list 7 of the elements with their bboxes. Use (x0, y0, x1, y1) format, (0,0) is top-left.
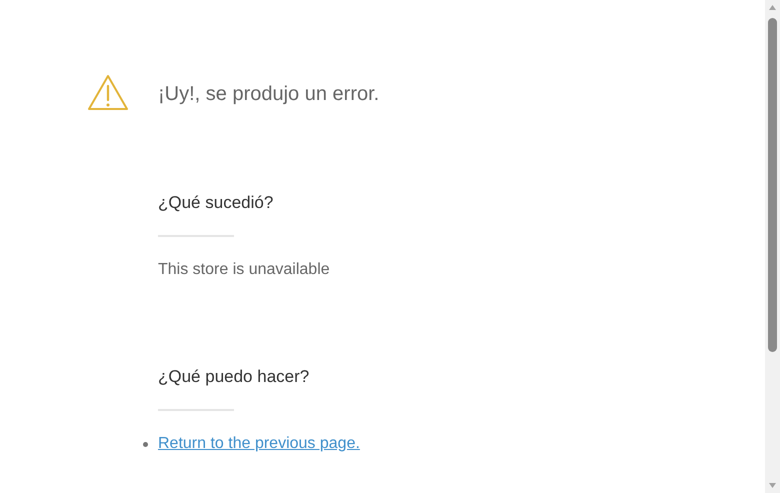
previous-page-link[interactable]: Return to the previous page. (158, 433, 360, 455)
warning-icon (87, 74, 129, 111)
bullet-icon (143, 442, 148, 447)
section-heading: ¿Qué sucedió? (158, 192, 274, 214)
section-text: This store is unavailable (158, 260, 331, 280)
error-title: ¡Uy!, se produjo un error. (158, 82, 380, 106)
section-heading: ¿Qué puedo hacer? (158, 366, 310, 388)
